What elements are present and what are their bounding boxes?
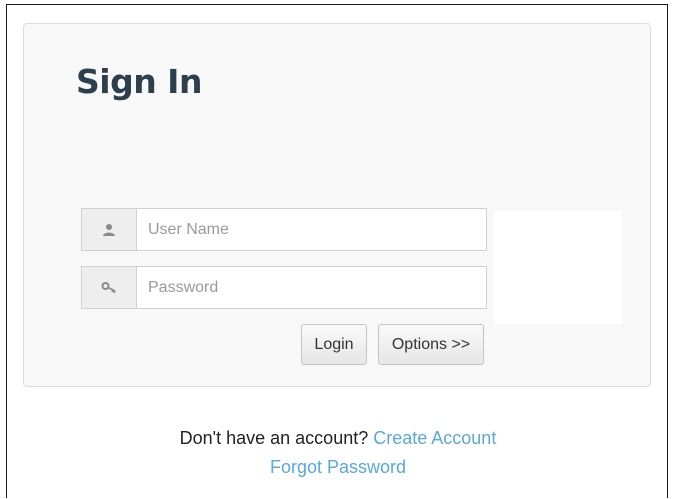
key-icon	[82, 267, 137, 308]
forgot-password-line: Forgot Password	[7, 457, 669, 478]
user-icon	[82, 209, 137, 250]
background-patch	[494, 211, 622, 324]
username-field-group	[81, 208, 487, 251]
no-account-prompt: Don't have an account?	[179, 428, 369, 448]
create-account-link[interactable]: Create Account	[373, 428, 496, 448]
sign-in-panel: Sign In Login Options >>	[23, 23, 651, 387]
username-input[interactable]	[137, 209, 486, 250]
password-field-group	[81, 266, 487, 309]
page-frame: Sign In Login Options >> Don't	[6, 4, 668, 498]
password-input[interactable]	[137, 267, 486, 308]
create-account-line: Don't have an account? Create Account	[7, 428, 669, 449]
options-button[interactable]: Options >>	[378, 324, 484, 365]
page-title: Sign In	[76, 62, 202, 101]
login-button[interactable]: Login	[301, 324, 367, 365]
forgot-password-link[interactable]: Forgot Password	[270, 457, 406, 477]
